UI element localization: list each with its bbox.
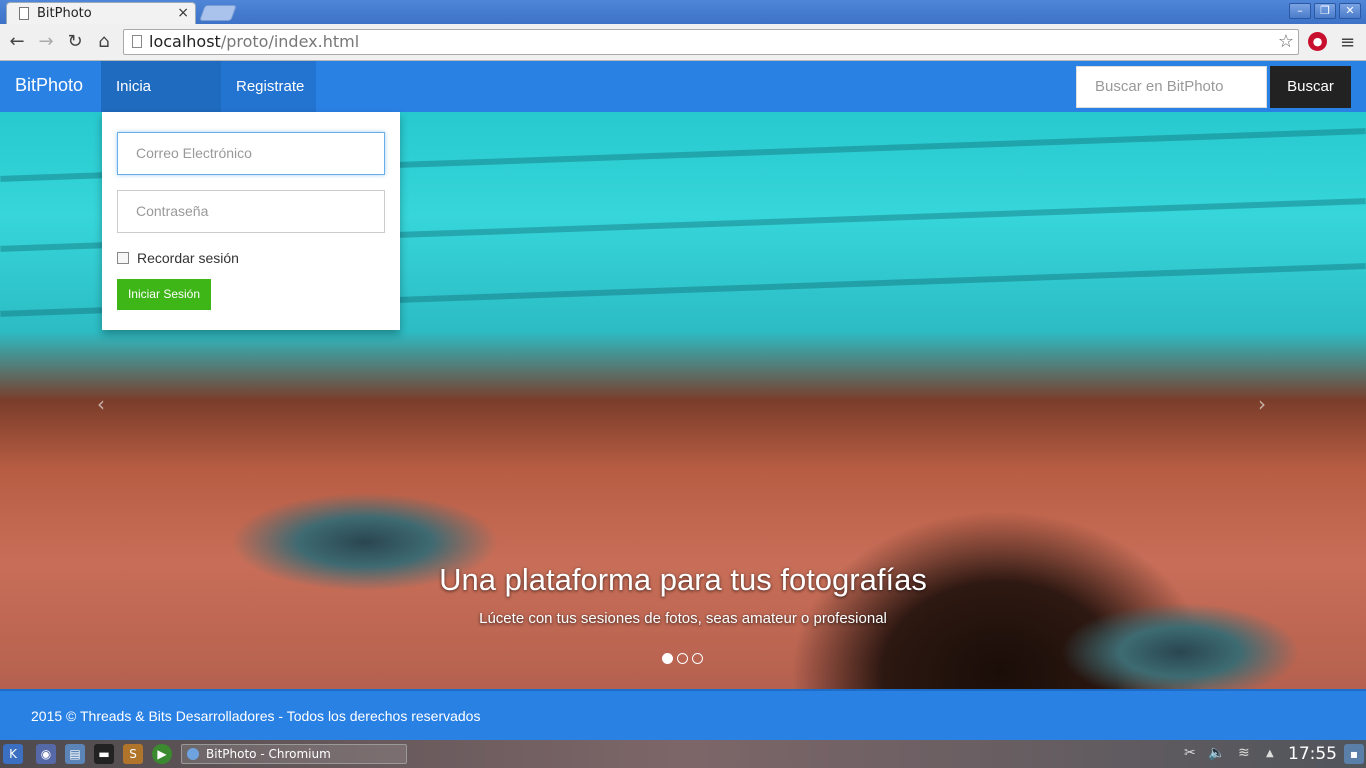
remember-label: Recordar sesión: [137, 250, 239, 266]
carousel-caption-title: Una plataforma para tus fotografías: [439, 562, 927, 597]
page-icon: [132, 35, 142, 48]
carousel-caption-subtitle: Lúcete con tus sesiones de fotos, seas a…: [479, 610, 887, 627]
carousel-indicator-2[interactable]: [677, 653, 688, 664]
browser-toolbar: ← → ↻ ⌂ localhost/proto/index.html ☆ ● ≡: [0, 24, 1366, 61]
login-dropdown: Correo Electrónico Contraseña Recordar s…: [102, 112, 400, 330]
carousel-indicator-3[interactable]: [692, 653, 703, 664]
login-submit-button[interactable]: Iniciar Sesión: [117, 279, 211, 310]
home-icon[interactable]: ⌂: [94, 32, 114, 52]
os-taskbar: K ◉ ▤ ▬ S ▶ BitPhoto - Chromium ✂ 🔈 ≋ ▲ …: [0, 740, 1366, 768]
browser-launcher-icon[interactable]: ◉: [36, 744, 56, 764]
site-footer: 2015 © Threads & Bits Desarrolladores - …: [0, 689, 1366, 740]
adblock-extension-icon[interactable]: ●: [1308, 32, 1327, 51]
new-tab-button[interactable]: [199, 5, 237, 21]
browser-tab[interactable]: BitPhoto ×: [6, 2, 196, 24]
back-arrow-icon[interactable]: ←: [7, 32, 27, 52]
show-desktop-icon[interactable]: ▪: [1344, 744, 1364, 764]
register-link[interactable]: Registrate: [221, 61, 316, 112]
volume-icon[interactable]: 🔈: [1208, 745, 1225, 761]
scissors-icon[interactable]: ✂: [1184, 745, 1196, 761]
login-dropdown-toggle[interactable]: Inicia Sesión▾: [101, 61, 221, 146]
tab-title: BitPhoto: [37, 6, 92, 21]
site-navbar: BitPhoto Inicia Sesión▾ Registrate Busca…: [0, 61, 1366, 146]
taskbar-window-chromium[interactable]: BitPhoto - Chromium: [181, 744, 407, 764]
wifi-icon[interactable]: ≋: [1238, 745, 1250, 761]
terminal-icon[interactable]: ▬: [94, 744, 114, 764]
carousel-indicator-1[interactable]: [662, 653, 673, 664]
search-button[interactable]: Buscar: [1270, 66, 1351, 108]
email-field[interactable]: Correo Electrónico: [117, 132, 385, 175]
sublime-text-icon[interactable]: S: [123, 744, 143, 764]
remember-checkbox[interactable]: [117, 252, 129, 264]
tray-expand-icon[interactable]: ▲: [1266, 748, 1274, 759]
clock: 17:55: [1288, 744, 1337, 764]
forward-arrow-icon[interactable]: →: [36, 32, 56, 52]
chromium-icon: [187, 748, 199, 760]
address-bar[interactable]: localhost/proto/index.html ☆: [123, 29, 1299, 55]
browser-tab-bar: BitPhoto × – ❐ ✕: [0, 0, 1366, 24]
reload-icon[interactable]: ↻: [65, 32, 85, 52]
file-manager-icon[interactable]: ▤: [65, 744, 85, 764]
password-field[interactable]: Contraseña: [117, 190, 385, 233]
minimize-button[interactable]: –: [1289, 3, 1311, 19]
search-input[interactable]: Buscar en BitPhoto: [1076, 66, 1267, 108]
close-tab-icon[interactable]: ×: [177, 5, 189, 21]
task-label: BitPhoto - Chromium: [206, 747, 331, 761]
page-icon: [19, 7, 29, 20]
maximize-button[interactable]: ❐: [1314, 3, 1336, 19]
remember-session[interactable]: Recordar sesión: [117, 250, 239, 266]
media-player-icon[interactable]: ▶: [152, 744, 172, 764]
footer-text: 2015 © Threads & Bits Desarrolladores - …: [31, 708, 481, 724]
web-page: ‹ › Una plataforma para tus fotografías …: [0, 61, 1366, 740]
carousel-prev-icon[interactable]: ‹: [97, 392, 105, 416]
brand-logo[interactable]: BitPhoto: [15, 75, 83, 96]
carousel-next-icon[interactable]: ›: [1258, 392, 1266, 416]
hamburger-menu-icon[interactable]: ≡: [1340, 32, 1355, 53]
bookmark-star-icon[interactable]: ☆: [1278, 31, 1294, 52]
carousel-indicators: [662, 653, 703, 664]
start-menu-icon[interactable]: K: [3, 744, 23, 764]
search-placeholder: Buscar en BitPhoto: [1095, 78, 1224, 95]
close-window-button[interactable]: ✕: [1339, 3, 1361, 19]
url-text: localhost/proto/index.html: [149, 32, 360, 51]
